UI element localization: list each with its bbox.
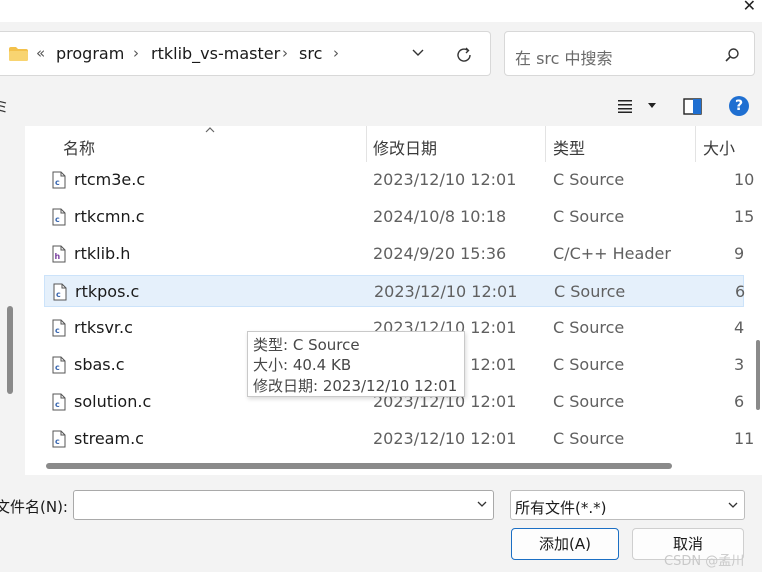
file-row[interactable]: c stream.c 2023/12/10 12:01 C Source 11 [44,423,754,455]
tooltip-type: 类型: C Source [253,336,360,354]
file-row[interactable]: c rtkcmn.c 2024/10/8 10:18 C Source 15 [44,201,754,233]
file-size: 11 [734,429,755,448]
file-row[interactable]: h rtklib.h 2024/9/20 15:36 C/C++ Header 9 [44,238,744,270]
file-size: 6 [734,392,745,411]
file-list: 名称 修改日期 类型 大小 c rtcm3e.c 2023/12/10 12:01 C… [25,126,762,475]
file-name: sbas.c [74,355,125,374]
file-date: 2023/12/10 12:01 [373,429,517,448]
file-size: 15 [734,207,755,226]
file-type: C/C++ Header [553,244,671,263]
header-file-icon: h [52,245,66,263]
svg-text:c: c [55,400,60,409]
watermark: CSDN @孟川 [664,554,745,569]
breadcrumb-separator[interactable]: › [333,44,339,62]
toolbar-cut-label: ミ [0,98,10,116]
column-divider[interactable] [545,126,546,162]
svg-text:h: h [55,252,61,261]
file-name: rtksvr.c [74,318,133,337]
file-size: 6 [735,282,746,301]
column-header-row: 名称 修改日期 类型 大小 [25,126,762,162]
chevron-down-icon[interactable] [410,44,426,60]
file-type-value[interactable]: 所有文件(*.*) [515,497,606,518]
file-size: 3 [734,355,745,374]
file-name: solution.c [74,392,152,411]
column-divider[interactable] [695,126,696,162]
svg-text:c: c [55,215,60,224]
breadcrumb-separator[interactable]: › [133,44,139,62]
svg-text:c: c [56,290,61,299]
file-name: rtkcmn.c [74,207,145,226]
file-tooltip: 类型: C Source 大小: 40.4 KB 修改日期: 2023/12/1… [247,331,465,397]
file-date: 2024/10/8 10:18 [373,207,507,226]
tooltip-size: 大小: 40.4 KB [253,356,352,374]
file-type: C Source [553,318,625,337]
file-name: stream.c [74,429,144,448]
column-type[interactable]: 类型 [553,135,585,159]
file-size: 10 [734,170,755,189]
file-row[interactable]: c rtcm3e.c 2023/12/10 12:01 C Source 10 [44,164,754,196]
svg-text:c: c [55,363,60,372]
column-date[interactable]: 修改日期 [373,135,437,159]
breadcrumb-src[interactable]: src [299,44,322,63]
svg-text:c: c [55,178,60,187]
horizontal-scrollbar[interactable] [46,463,672,469]
breadcrumb-program[interactable]: program [56,44,124,63]
nav-pane-scrollbar[interactable] [7,306,13,394]
file-size: 9 [734,244,745,263]
c-file-icon: c [52,430,66,448]
view-list-icon[interactable] [617,99,633,113]
back-more-icon[interactable]: « [36,44,45,62]
preview-pane-icon[interactable] [683,98,702,115]
column-size[interactable]: 大小 [703,135,735,159]
file-type: C Source [553,207,625,226]
search-input[interactable]: 在 src 中搜索 [515,45,613,69]
file-type: C Source [553,355,625,374]
c-file-icon: c [52,208,66,226]
file-type-select[interactable]: 所有文件(*.*) [510,490,745,520]
filename-field[interactable] [73,490,494,520]
svg-text:c: c [55,437,60,446]
c-file-icon: c [53,283,67,301]
file-type: C Source [554,282,626,301]
file-row[interactable]: c rtkpos.c 2023/12/10 12:01 C Source 6 [44,275,746,307]
title-bar: ✕ [0,0,762,22]
chevron-down-icon[interactable] [477,501,487,508]
chevron-down-icon[interactable] [728,502,738,509]
sort-ascending-icon [205,127,215,133]
filename-label: 文件名(N): [0,498,68,516]
refresh-icon[interactable] [455,46,473,64]
search-icon[interactable] [724,47,740,63]
breadcrumb-separator[interactable]: › [282,44,288,62]
c-file-icon: c [52,319,66,337]
folder-icon [9,47,28,61]
vertical-scrollbar[interactable] [756,340,760,410]
file-date: 2023/12/10 12:01 [373,170,517,189]
file-type: C Source [553,170,625,189]
address-bar[interactable]: « program › rtklib_vs-master › src › [0,31,491,76]
file-name: rtkpos.c [75,282,140,301]
file-name: rtcm3e.c [74,170,146,189]
tooltip-date: 修改日期: 2023/12/10 12:01 [253,377,458,395]
file-size: 4 [734,318,745,337]
file-type: C Source [553,429,625,448]
breadcrumb-rtklib[interactable]: rtklib_vs-master [151,44,280,63]
c-file-icon: c [52,171,66,189]
file-date: 2023/12/10 12:01 [374,282,518,301]
file-date: 2024/9/20 15:36 [373,244,507,263]
c-file-icon: c [52,393,66,411]
c-file-icon: c [52,356,66,374]
help-icon[interactable]: ? [729,96,749,116]
close-icon[interactable]: ✕ [743,0,756,15]
column-name[interactable]: 名称 [63,135,95,159]
add-button[interactable]: 添加(A) [511,528,619,560]
view-dropdown-icon[interactable] [648,103,656,109]
svg-text:c: c [55,326,60,335]
file-type: C Source [553,392,625,411]
column-divider[interactable] [366,126,367,162]
search-box[interactable]: 在 src 中搜索 [504,31,755,76]
file-name: rtklib.h [74,244,131,263]
